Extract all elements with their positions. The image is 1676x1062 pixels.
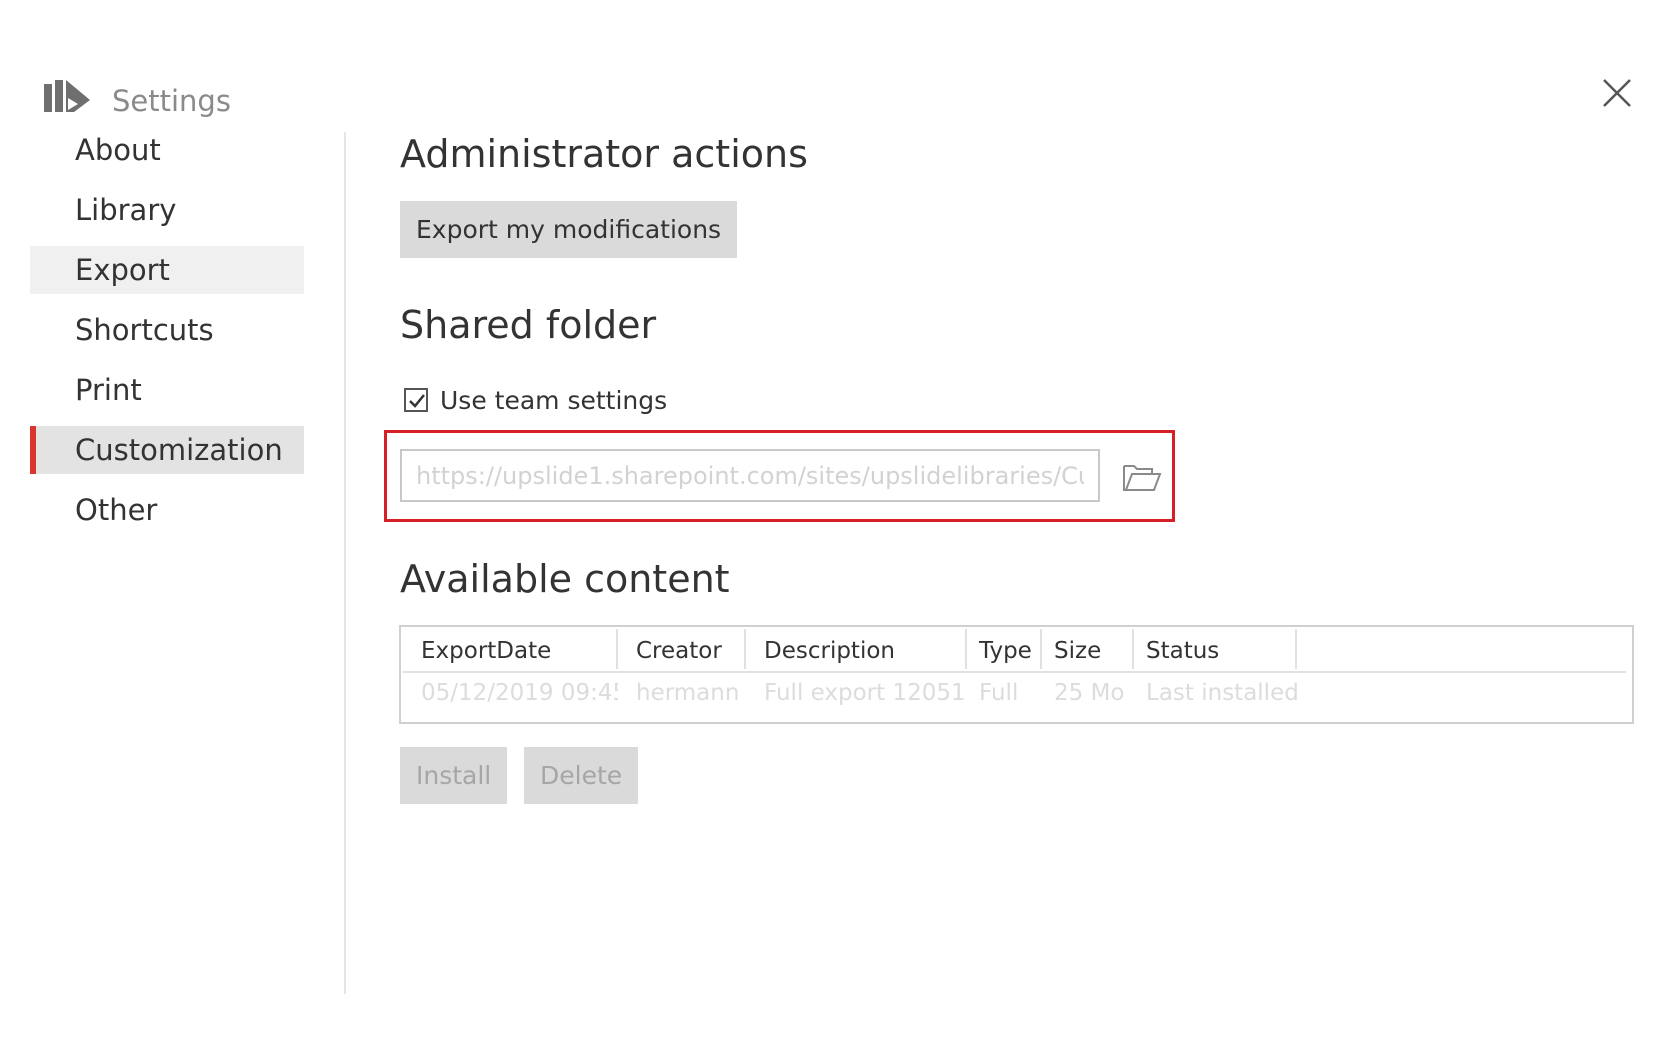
sidebar-item-customization[interactable]: Customization	[30, 426, 304, 474]
cell-size: 25 Mo	[1054, 680, 1125, 706]
delete-button[interactable]: Delete	[524, 747, 639, 804]
column-header-exportdate[interactable]: ExportDate	[403, 629, 618, 669]
available-content-title: Available content	[400, 557, 730, 601]
table-header: ExportDate Creator Description Type Size…	[403, 629, 1626, 673]
sidebar-divider	[344, 132, 346, 994]
checkmark-icon	[409, 394, 425, 408]
shared-folder-title: Shared folder	[400, 303, 657, 347]
close-icon[interactable]	[1600, 76, 1634, 110]
install-button[interactable]: Install	[400, 747, 508, 804]
sidebar-nav: About Library Export Shortcuts Print Cus…	[30, 126, 304, 546]
sidebar-item-shortcuts[interactable]: Shortcuts	[30, 306, 304, 354]
export-modifications-button[interactable]: Export my modifications	[400, 201, 738, 258]
upslide-logo-icon	[44, 80, 90, 112]
folder-open-icon[interactable]	[1122, 460, 1162, 494]
sidebar-item-export[interactable]: Export	[30, 246, 304, 294]
table-row[interactable]: 05/12/2019 09:45 hermann Full export 120…	[403, 673, 1626, 713]
column-header-type[interactable]: Type	[967, 629, 1042, 669]
column-header-creator[interactable]: Creator	[618, 629, 746, 669]
sidebar-item-other[interactable]: Other	[30, 486, 304, 534]
cell-status: Last installed	[1146, 680, 1297, 706]
available-content-table: ExportDate Creator Description Type Size…	[399, 625, 1634, 724]
sidebar-item-library[interactable]: Library	[30, 186, 304, 234]
cell-type: Full	[979, 680, 1019, 706]
cell-exportdate: 05/12/2019 09:45	[421, 680, 618, 706]
cell-creator: hermann	[636, 680, 740, 706]
use-team-settings-row[interactable]: Use team settings	[404, 382, 667, 418]
column-header-filler	[1297, 629, 1626, 669]
column-header-description[interactable]: Description	[746, 629, 967, 669]
use-team-settings-label: Use team settings	[440, 385, 668, 415]
sidebar-item-print[interactable]: Print	[30, 366, 304, 414]
sidebar-item-about[interactable]: About	[30, 126, 304, 174]
use-team-settings-checkbox[interactable]	[404, 388, 428, 412]
admin-section-title: Administrator actions	[400, 132, 808, 176]
column-header-size[interactable]: Size	[1042, 629, 1134, 669]
cell-description: Full export 120519	[764, 680, 967, 706]
column-header-status[interactable]: Status	[1134, 629, 1297, 669]
app-title: Settings	[112, 84, 231, 118]
shared-folder-path-input[interactable]	[400, 449, 1100, 502]
